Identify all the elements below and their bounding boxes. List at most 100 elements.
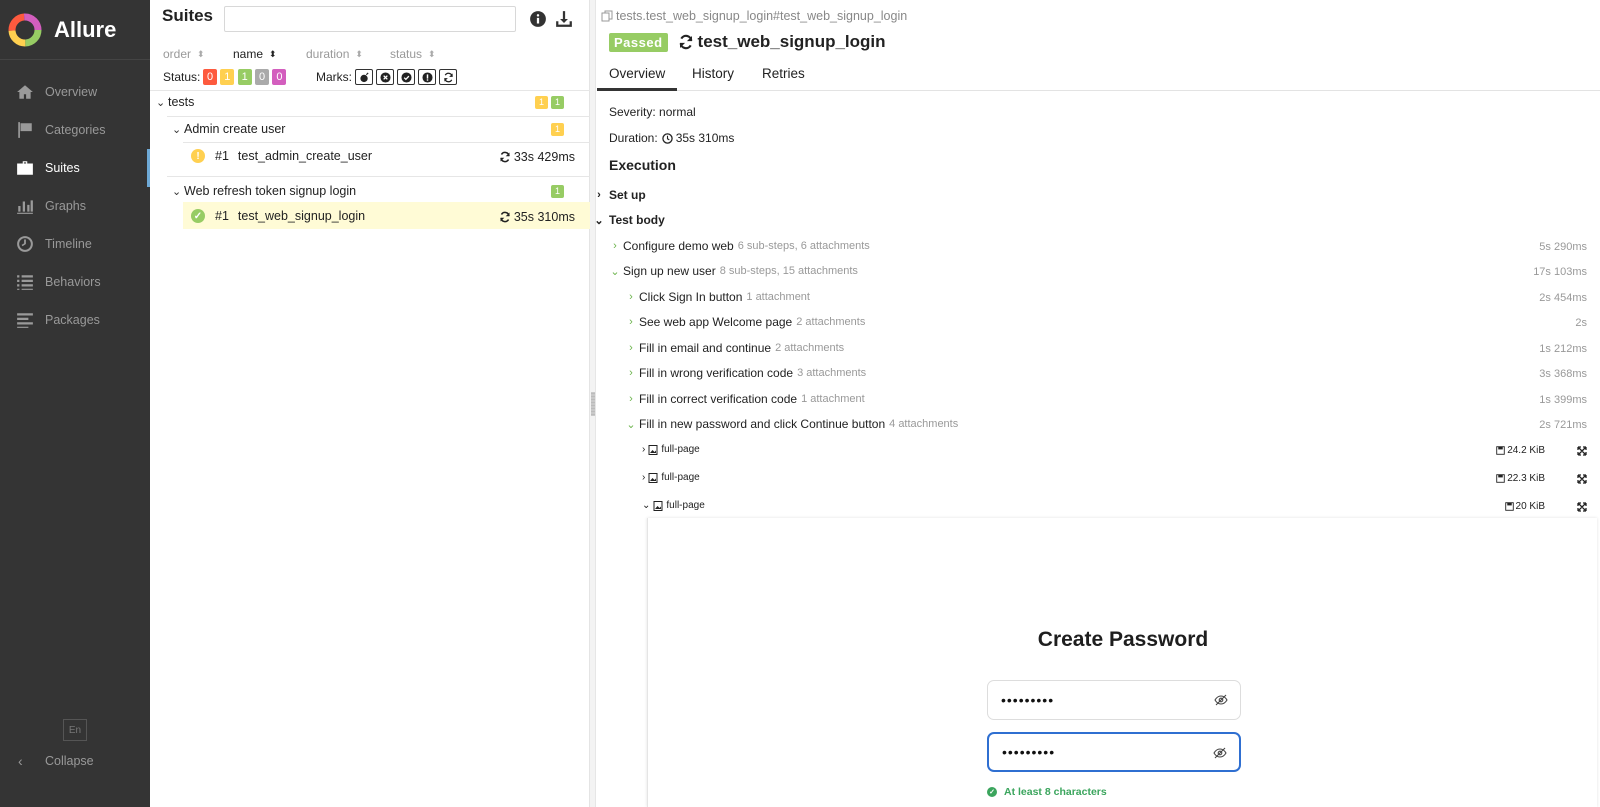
status-badge-skipped[interactable]: 0	[255, 69, 270, 85]
chevron-right-icon: ›	[642, 472, 646, 483]
tree-node-label: tests	[168, 95, 195, 109]
expand-icon[interactable]	[1577, 446, 1587, 456]
drag-handle[interactable]	[591, 392, 595, 416]
chevron-right-icon: ›	[597, 189, 601, 201]
step-name: Sign up new user	[623, 264, 716, 278]
tab-history[interactable]: History	[680, 62, 746, 91]
image-file-icon	[648, 472, 658, 483]
tab-overview[interactable]: Overview	[597, 62, 678, 91]
sidebar-divider	[0, 59, 150, 60]
step-meta: 4 attachments	[889, 418, 959, 430]
list-icon	[16, 273, 34, 291]
eye-off-icon[interactable]	[1214, 693, 1228, 707]
confirm-password-field[interactable]: •••••••••	[987, 732, 1241, 772]
chevron-right-icon: ›	[642, 444, 646, 455]
duration-label: Duration:	[609, 131, 658, 145]
substep-correct-code[interactable]: › Fill in correct verification code 1 at…	[624, 392, 865, 406]
mark-retries-button[interactable]	[439, 69, 457, 85]
test-body-section[interactable]: ⌄ Test body	[592, 213, 664, 227]
breadcrumb[interactable]: tests.test_web_signup_login#test_web_sig…	[601, 9, 907, 23]
substep-click-sign-in[interactable]: › Click Sign In button 1 attachment	[624, 290, 810, 304]
chevron-right-icon: ›	[629, 316, 633, 328]
sidebar-item-behaviors[interactable]: Behaviors	[0, 263, 150, 301]
substep-new-password[interactable]: ⌄ Fill in new password and click Continu…	[624, 417, 958, 431]
test-row-selected[interactable]: ✓ #1 test_web_signup_login	[191, 209, 365, 223]
attachment-row[interactable]: › full-page	[642, 472, 700, 483]
align-left-icon	[16, 311, 34, 329]
size-value: 20 KiB	[1515, 501, 1545, 512]
setup-section[interactable]: › Set up	[592, 188, 646, 202]
save-icon	[1504, 502, 1514, 511]
attachment-row[interactable]: › full-page	[642, 444, 700, 455]
substep-see-welcome-page[interactable]: › See web app Welcome page 2 attachments	[624, 315, 865, 329]
sidebar-item-graphs[interactable]: Graphs	[0, 187, 150, 225]
refresh-icon	[500, 211, 510, 223]
status-label: Status:	[163, 70, 201, 84]
divider	[150, 90, 590, 91]
download-icon[interactable]	[555, 10, 573, 28]
count-badge-broken: 1	[551, 123, 564, 136]
status-filter: Status: 0 1 1 0 0 Marks:	[150, 68, 590, 86]
info-icon[interactable]	[529, 10, 547, 28]
mark-new-failed-button[interactable]	[376, 69, 394, 85]
status-counts: 0 1 1 0 0	[203, 69, 287, 85]
status-badge-passed[interactable]: 1	[237, 69, 252, 85]
sort-name[interactable]: name ⬍	[233, 47, 277, 61]
logo[interactable]: Allure	[8, 12, 116, 48]
sidebar-item-timeline[interactable]: Timeline	[0, 225, 150, 263]
expand-icon[interactable]	[1577, 474, 1587, 484]
test-row[interactable]: ! #1 test_admin_create_user	[191, 149, 372, 163]
sidebar-item-packages[interactable]: Packages	[0, 301, 150, 339]
step-meta: 8 sub-steps, 15 attachments	[719, 265, 858, 277]
sort-order[interactable]: order ⬍	[163, 47, 205, 61]
sidebar-item-categories[interactable]: Categories	[0, 111, 150, 149]
tree-node-admin-create-user[interactable]: ⌄ Admin create user	[172, 122, 285, 136]
sidebar: Allure Overview Categories Suites Graphs	[0, 0, 150, 807]
password-field[interactable]: •••••••••	[987, 680, 1241, 720]
status-badge-failed[interactable]: 0	[203, 69, 217, 85]
status-badge-broken[interactable]: 1	[220, 69, 235, 85]
step-time: 5s 290ms	[1539, 241, 1587, 253]
sort-duration[interactable]: duration ⬍	[306, 47, 363, 61]
tree-node-tests[interactable]: ⌄ tests	[156, 95, 194, 109]
count-badge-broken: 1	[535, 96, 548, 109]
eye-off-icon[interactable]	[1213, 746, 1227, 760]
sidebar-item-overview[interactable]: Overview	[0, 73, 150, 111]
tab-retries[interactable]: Retries	[750, 62, 817, 91]
chevron-right-icon: ›	[629, 367, 633, 379]
step-name: See web app Welcome page	[639, 315, 793, 329]
expand-icon[interactable]	[1577, 502, 1587, 512]
mark-new-passed-button[interactable]	[397, 69, 415, 85]
copy-icon[interactable]	[601, 10, 613, 22]
allure-logo-icon	[8, 13, 42, 47]
divider	[183, 142, 590, 143]
status-badge-unknown[interactable]: 0	[272, 69, 287, 85]
sort-icon: ⬍	[269, 48, 277, 59]
mark-flaky-button[interactable]	[355, 69, 373, 85]
pane-splitter[interactable]	[590, 0, 596, 807]
collapse-button[interactable]: ‹ Collapse	[18, 752, 94, 770]
size-value: 22.3 KiB	[1507, 473, 1545, 484]
times-circle-icon	[379, 71, 391, 83]
sidebar-item-suites[interactable]: Suites	[0, 149, 150, 187]
test-name: test_web_signup_login	[237, 209, 366, 223]
substep-fill-email[interactable]: › Fill in email and continue 2 attachmen…	[624, 341, 844, 355]
chevron-down-icon: ⌄	[172, 185, 182, 198]
allure-report: Allure Overview Categories Suites Graphs	[0, 0, 1600, 807]
language-switcher[interactable]: En	[63, 719, 87, 741]
sidebar-item-label: Categories	[45, 123, 106, 137]
app-name: Allure	[54, 17, 117, 42]
chevron-down-icon: ⌄	[642, 500, 651, 511]
mark-new-broken-button[interactable]	[418, 69, 436, 85]
title-row: Passed test_web_signup_login	[609, 32, 886, 52]
step-time: 17s 103ms	[1533, 266, 1587, 278]
substep-wrong-code[interactable]: › Fill in wrong verification code 3 atta…	[624, 366, 866, 380]
step-configure-demo-web[interactable]: › Configure demo web 6 sub-steps, 6 atta…	[608, 239, 870, 253]
tree-node-web-refresh-token-signup-login[interactable]: ⌄ Web refresh token signup login	[172, 184, 356, 198]
search-input[interactable]	[224, 6, 516, 32]
sort-status[interactable]: status ⬍	[390, 47, 436, 61]
step-sign-up-new-user[interactable]: ⌄ Sign up new user 8 sub-steps, 15 attac…	[608, 264, 858, 278]
attachment-row-expanded[interactable]: ⌄ full-page	[642, 500, 705, 511]
size-value: 24.2 KiB	[1507, 445, 1545, 456]
attachment-preview: Create Password ••••••••• ••••••••• ✓ At…	[647, 518, 1597, 807]
